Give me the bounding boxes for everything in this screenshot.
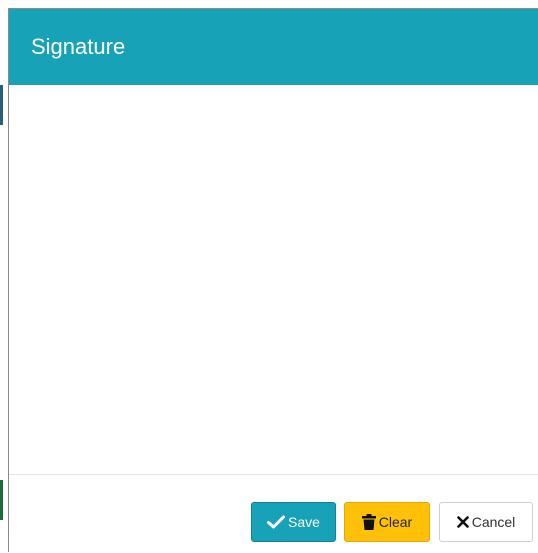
clear-label: Clear — [378, 514, 413, 530]
dialog-body — [9, 85, 538, 474]
dialog-title: Signature — [31, 34, 126, 59]
save-label: Save — [288, 514, 320, 530]
clear-button[interactable]: Clear — [344, 502, 430, 542]
signature-pad[interactable] — [9, 85, 538, 474]
dialog-footer: Save Clear Cancel — [9, 474, 538, 553]
check-icon — [267, 515, 286, 529]
close-icon — [456, 516, 469, 528]
signature-dialog: Signature Save Clear Cancel — [8, 8, 538, 552]
cancel-label: Cancel — [471, 514, 516, 530]
save-button[interactable]: Save — [251, 502, 336, 542]
cancel-button[interactable]: Cancel — [439, 502, 533, 542]
background-edge — [0, 480, 3, 520]
trash-icon — [361, 514, 376, 530]
dialog-header: Signature — [9, 9, 538, 85]
background-edge — [0, 85, 3, 125]
